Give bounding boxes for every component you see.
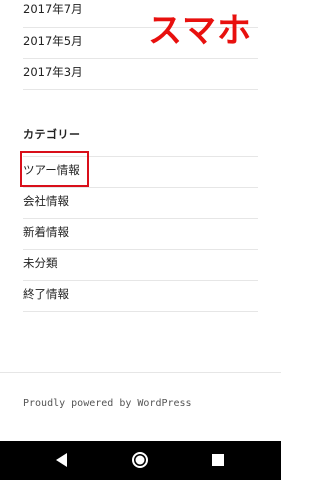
android-navigation-bar [0,441,281,480]
archive-link[interactable]: 2017年5月 [23,33,83,49]
footer-divider [0,372,281,373]
category-item: 終了情報 [23,281,258,312]
categories-widget-title: カテゴリー [23,128,81,141]
category-item: 会社情報 [23,188,258,219]
back-triangle-icon [56,453,67,467]
category-link-uncategorized[interactable]: 未分類 [23,255,58,271]
footer-credit[interactable]: Proudly powered by WordPress [23,398,192,409]
nav-recent-apps-button[interactable] [193,441,243,480]
category-link-ended-info[interactable]: 終了情報 [23,286,69,302]
highlight-annotation-box [20,151,89,187]
archive-link[interactable]: 2017年3月 [23,64,83,80]
archive-item: 2017年3月 [23,59,258,90]
recent-apps-square-icon [212,454,224,466]
home-circle-icon [132,452,148,468]
smartphone-annotation-label: スマホ [148,11,252,51]
category-link-news[interactable]: 新着情報 [23,224,69,240]
category-item: 新着情報 [23,219,258,250]
category-link-company-info[interactable]: 会社情報 [23,193,69,209]
category-item: 未分類 [23,250,258,281]
nav-back-button[interactable] [37,441,87,480]
nav-home-button[interactable] [115,441,165,480]
archive-link[interactable]: 2017年7月 [23,1,83,17]
